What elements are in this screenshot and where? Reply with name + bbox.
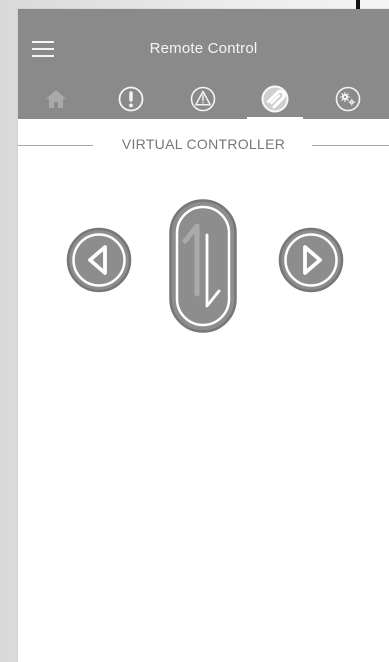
tab-alerts[interactable] — [106, 79, 156, 119]
page-title: Remote Control — [149, 40, 258, 57]
gears-icon — [335, 86, 361, 112]
tab-remote[interactable] — [247, 79, 303, 119]
virtual-controller-heading: VIRTUAL CONTROLLER — [18, 136, 389, 154]
app-header: Remote Control — [18, 9, 389, 119]
section-label: VIRTUAL CONTROLLER — [121, 136, 286, 152]
up-down-control-button[interactable] — [168, 198, 238, 334]
left-control-button[interactable] — [65, 226, 133, 294]
tab-settings[interactable] — [323, 79, 373, 119]
tab-home[interactable] — [31, 79, 81, 119]
warning-triangle-icon — [190, 86, 216, 112]
exclamation-circle-icon — [118, 86, 144, 112]
tab-warnings[interactable] — [178, 79, 228, 119]
heading-divider-right — [312, 145, 389, 146]
remote-control-icon — [261, 85, 289, 113]
home-icon — [46, 90, 66, 108]
left-arrow-icon — [66, 227, 132, 293]
right-control-button[interactable] — [277, 226, 345, 294]
right-arrow-icon — [278, 227, 344, 293]
remote-control-screen: Remote Control VIRTUAL CONTROLLER — [18, 9, 389, 662]
up-down-arrows-icon — [169, 199, 237, 333]
